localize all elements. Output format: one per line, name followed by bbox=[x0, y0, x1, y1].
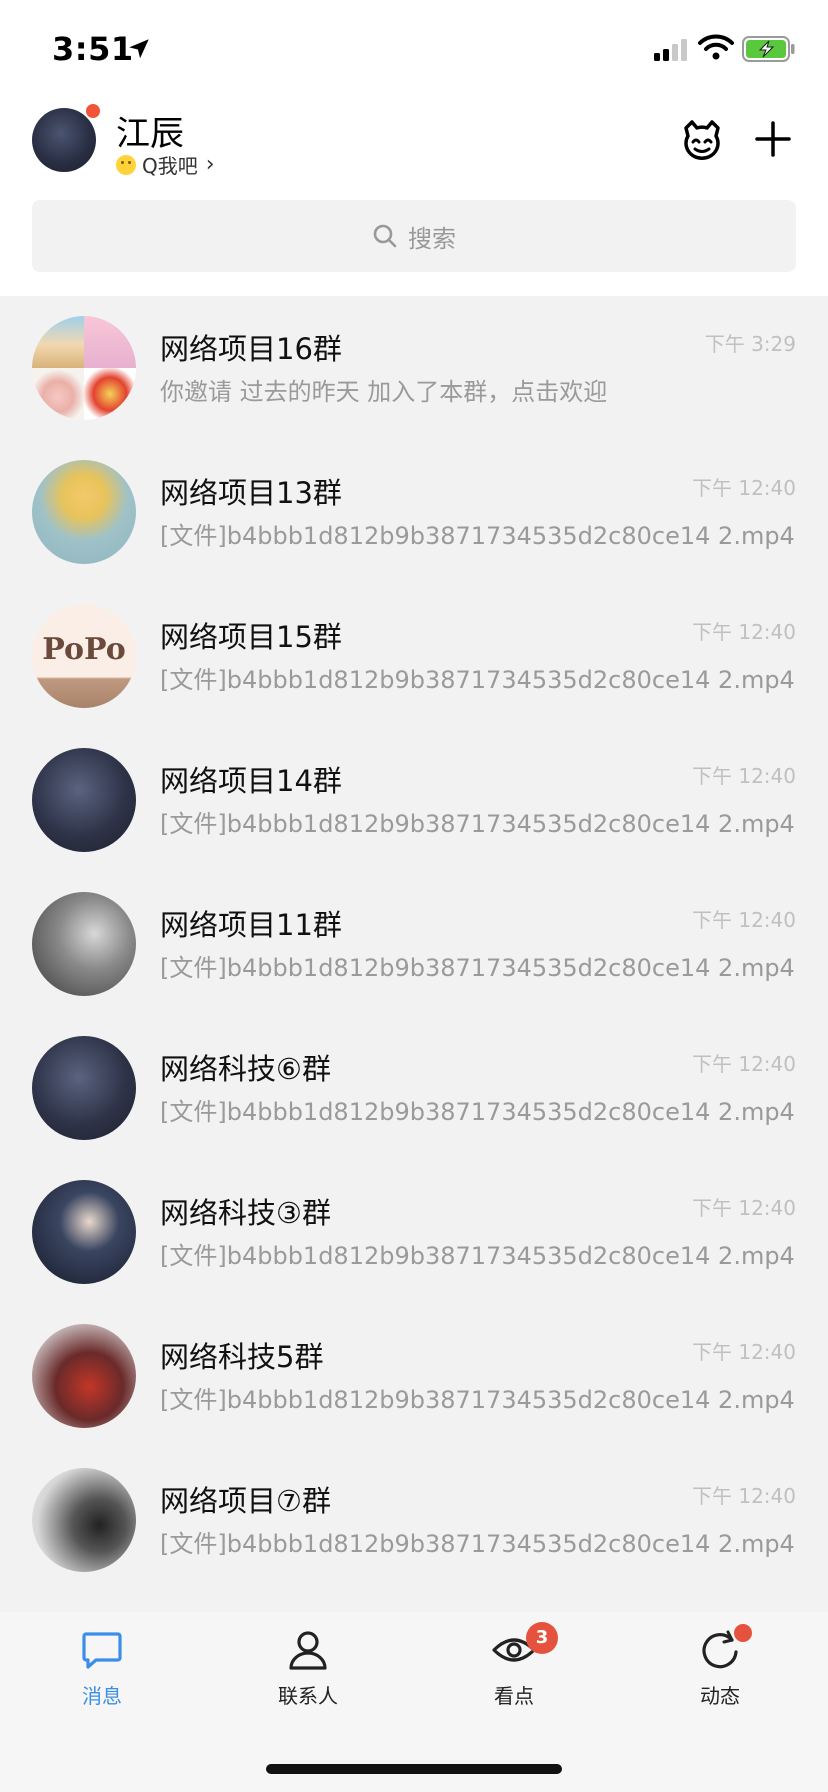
chat-time: 下午 12:40 bbox=[692, 1340, 796, 1364]
badge-count: 3 bbox=[526, 1622, 558, 1654]
status-time: 3:51 bbox=[52, 30, 134, 68]
group-avatar: PoPo bbox=[32, 604, 136, 708]
chat-title: 网络项目⑦群 bbox=[160, 1484, 331, 1518]
tab-label: 动态 bbox=[700, 1684, 740, 1708]
cat-face-icon[interactable] bbox=[680, 118, 724, 162]
group-avatar bbox=[32, 316, 136, 420]
group-avatar bbox=[32, 1180, 136, 1284]
chat-row[interactable]: 网络项目14群 [文件]b4bbb1d812b9b3871734535d2c80… bbox=[0, 728, 828, 872]
battery-charging-icon bbox=[742, 36, 795, 62]
chat-time: 下午 12:40 bbox=[692, 1196, 796, 1220]
search-icon bbox=[373, 224, 397, 248]
chat-time: 下午 12:40 bbox=[692, 908, 796, 932]
group-avatar bbox=[32, 892, 136, 996]
chat-preview: [文件]b4bbb1d812b9b3871734535d2c80ce14 2.m… bbox=[160, 1242, 795, 1270]
tab-messages[interactable]: 消息 bbox=[42, 1628, 162, 1718]
tab-label: 消息 bbox=[82, 1684, 122, 1708]
group-avatar bbox=[32, 1468, 136, 1572]
chat-list: 网络项目16群 你邀请 过去的昨天 加入了本群，点击欢迎 下午 3:29 网络项… bbox=[0, 296, 828, 1612]
chat-time: 下午 12:40 bbox=[692, 1484, 796, 1508]
chat-title: 网络项目14群 bbox=[160, 764, 342, 798]
chat-time: 下午 12:40 bbox=[692, 1052, 796, 1076]
chat-row[interactable]: 网络项目16群 你邀请 过去的昨天 加入了本群，点击欢迎 下午 3:29 bbox=[0, 296, 828, 440]
chat-time: 下午 3:29 bbox=[704, 332, 796, 356]
chat-preview: [文件]b4bbb1d812b9b3871734535d2c80ce14 2.m… bbox=[160, 1530, 795, 1558]
tab-feed[interactable]: 动态 bbox=[660, 1624, 780, 1718]
chat-preview: [文件]b4bbb1d812b9b3871734535d2c80ce14 2.m… bbox=[160, 954, 795, 982]
tab-label: 联系人 bbox=[278, 1684, 338, 1708]
person-icon bbox=[289, 1631, 327, 1670]
notification-dot bbox=[84, 102, 102, 120]
chat-preview: [文件]b4bbb1d812b9b3871734535d2c80ce14 2.m… bbox=[160, 522, 795, 550]
group-avatar bbox=[32, 1036, 136, 1140]
search-bar[interactable]: 搜索 bbox=[32, 200, 796, 272]
chat-bubble-icon bbox=[82, 1632, 122, 1669]
chat-title: 网络项目15群 bbox=[160, 620, 342, 654]
chat-row[interactable]: PoPo 网络项目15群 [文件]b4bbb1d812b9b3871734535… bbox=[0, 584, 828, 728]
chat-preview: 你邀请 过去的昨天 加入了本群，点击欢迎 bbox=[160, 378, 608, 406]
chat-row[interactable]: 网络项目11群 [文件]b4bbb1d812b9b3871734535d2c80… bbox=[0, 872, 828, 1016]
group-avatar bbox=[32, 460, 136, 564]
tab-label: 看点 bbox=[494, 1684, 534, 1708]
user-status-link[interactable]: Q我吧 › bbox=[116, 150, 215, 179]
profile-avatar-button[interactable] bbox=[32, 102, 102, 172]
user-status-text: Q我吧 bbox=[142, 154, 198, 178]
chat-preview: [文件]b4bbb1d812b9b3871734535d2c80ce14 2.m… bbox=[160, 1386, 795, 1414]
chat-title: 网络项目11群 bbox=[160, 908, 342, 942]
tab-discover[interactable]: 3 看点 bbox=[454, 1622, 574, 1718]
plus-icon[interactable] bbox=[754, 120, 792, 158]
chat-row[interactable]: 网络科技⑥群 [文件]b4bbb1d812b9b3871734535d2c80c… bbox=[0, 1016, 828, 1160]
chat-preview: [文件]b4bbb1d812b9b3871734535d2c80ce14 2.m… bbox=[160, 810, 795, 838]
chat-title: 网络科技③群 bbox=[160, 1196, 331, 1230]
chat-time: 下午 12:40 bbox=[692, 620, 796, 644]
chat-preview: [文件]b4bbb1d812b9b3871734535d2c80ce14 2.m… bbox=[160, 666, 795, 694]
smiley-icon bbox=[116, 154, 136, 175]
cellular-signal-icon bbox=[654, 39, 687, 61]
chat-row[interactable]: 网络科技③群 [文件]b4bbb1d812b9b3871734535d2c80c… bbox=[0, 1160, 828, 1304]
group-avatar bbox=[32, 1324, 136, 1428]
chat-title: 网络项目16群 bbox=[160, 332, 342, 366]
status-bar: 3:51 bbox=[0, 0, 828, 100]
chat-row[interactable]: 网络科技5群 [文件]b4bbb1d812b9b3871734535d2c80c… bbox=[0, 1304, 828, 1448]
notification-dot bbox=[734, 1624, 752, 1642]
chevron-right-icon: › bbox=[205, 152, 215, 177]
chat-title: 网络项目13群 bbox=[160, 476, 342, 510]
location-arrow-icon bbox=[129, 39, 149, 59]
chat-row[interactable]: 网络项目⑦群 [文件]b4bbb1d812b9b3871734535d2c80c… bbox=[0, 1448, 828, 1592]
chat-title: 网络科技5群 bbox=[160, 1340, 324, 1374]
header: 江辰 Q我吧 › 搜索 bbox=[0, 100, 828, 296]
group-avatar bbox=[32, 748, 136, 852]
chat-row[interactable]: 网络项目13群 [文件]b4bbb1d812b9b3871734535d2c80… bbox=[0, 440, 828, 584]
chat-title: 网络科技⑥群 bbox=[160, 1052, 331, 1086]
chat-time: 下午 12:40 bbox=[692, 476, 796, 500]
user-name[interactable]: 江辰 bbox=[116, 106, 184, 155]
chat-preview: [文件]b4bbb1d812b9b3871734535d2c80ce14 2.m… bbox=[160, 1098, 795, 1126]
chat-time: 下午 12:40 bbox=[692, 764, 796, 788]
wifi-icon bbox=[698, 34, 734, 60]
tab-contacts[interactable]: 联系人 bbox=[248, 1628, 368, 1718]
search-placeholder: 搜索 bbox=[408, 224, 456, 253]
home-indicator bbox=[266, 1764, 562, 1774]
